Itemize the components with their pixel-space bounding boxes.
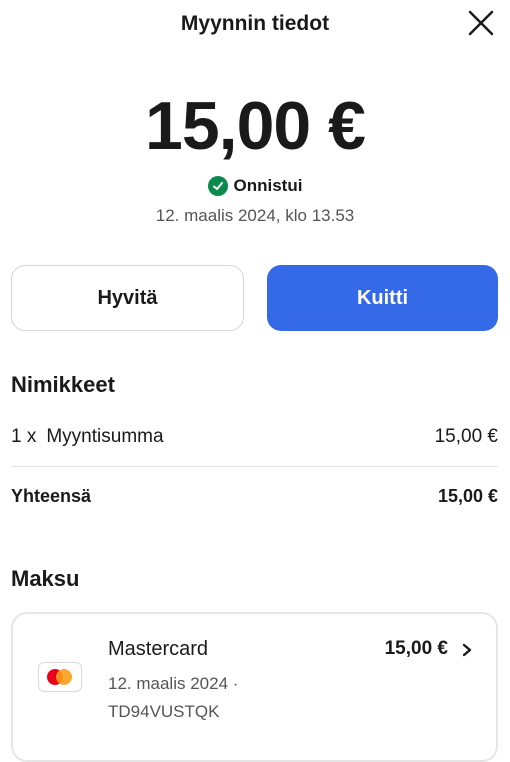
total-row: Yhteensä 15,00 € [11, 486, 498, 507]
sale-timestamp: 12. maalis 2024, klo 13.53 [155, 206, 355, 225]
items-section-title: Nimikkeet [11, 372, 115, 397]
list-item: 1 x Myyntisumma 15,00 € [11, 426, 498, 448]
mastercard-icon [38, 662, 82, 692]
status-badge: Onnistui [0, 176, 510, 196]
payment-date: 12. maalis 2024 · [108, 674, 239, 693]
payment-section-title: Maksu [11, 566, 80, 591]
close-button[interactable] [466, 8, 496, 38]
close-icon [468, 10, 494, 36]
total-value: 15,00 € [437, 486, 498, 506]
sale-amount: 15,00 € [145, 88, 366, 164]
item-quantity: 1 x [11, 426, 37, 447]
divider [11, 466, 498, 467]
payment-amount: 15,00 € [384, 638, 448, 659]
total-label: Yhteensä [11, 486, 92, 506]
item-name: Myyntisumma [46, 426, 164, 447]
chevron-right-icon [462, 643, 472, 657]
refund-button[interactable]: Hyvitä [11, 265, 244, 331]
card-brand: Mastercard [108, 638, 209, 660]
page-title: Myynnin tiedot [180, 12, 330, 35]
status-text: Onnistui [233, 176, 303, 195]
receipt-button[interactable]: Kuitti [267, 265, 498, 331]
item-price: 15,00 € [434, 426, 498, 447]
check-circle-icon [207, 176, 228, 196]
payment-reference: TD94VUSTQK [108, 702, 220, 721]
